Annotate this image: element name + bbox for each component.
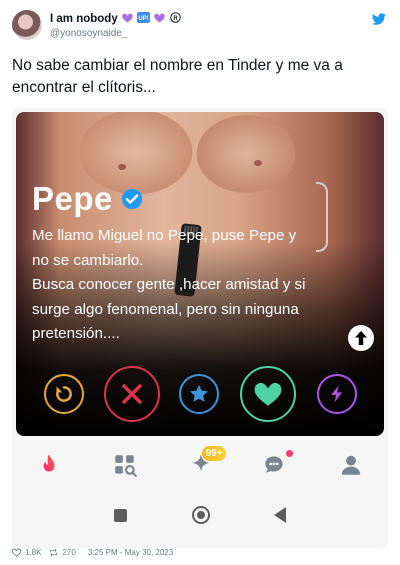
handle[interactable]: @yonosoynaide_ — [50, 28, 127, 39]
tweet-footer: 1.8K 270 3:25 PM - May 30, 2023 — [12, 544, 388, 560]
tweet-text: No sabe cambiar el nombre en Tinder y me… — [12, 57, 343, 96]
heart-icon — [254, 382, 282, 406]
bio-line: pretensión.... — [32, 325, 120, 342]
purple-heart-icon — [154, 13, 166, 26]
rewind-icon — [56, 386, 72, 402]
retweet-count[interactable]: 270 — [62, 548, 75, 557]
profile-icon[interactable] — [338, 452, 364, 478]
unread-dot — [286, 450, 293, 457]
registered-icon: R — [169, 12, 181, 26]
avatar[interactable] — [12, 10, 42, 40]
svg-text:UP!: UP! — [138, 16, 148, 22]
arrow-up-icon — [355, 331, 367, 345]
photo-detail — [118, 164, 126, 170]
display-name-row[interactable]: I am nobody UP! R — [50, 12, 181, 26]
tweet-header: I am nobody UP! R @yonosoynaide_ — [12, 8, 388, 46]
tinder-bottom-nav: 99+ — [12, 442, 388, 488]
chat-icon[interactable] — [262, 452, 288, 478]
recents-button[interactable] — [114, 509, 127, 522]
embedded-screenshot[interactable]: Pepe Me llamo Miguel no Pepe, puse Pepe … — [12, 108, 388, 548]
profile-info-button[interactable] — [348, 325, 374, 351]
rewind-button[interactable] — [44, 374, 84, 414]
explore-icon[interactable] — [112, 452, 138, 478]
photo-detail — [254, 160, 262, 166]
up-button-icon: UP! — [137, 12, 151, 26]
bio-line: Busca conocer gente ,hacer amistad y si — [32, 276, 306, 293]
like-button[interactable] — [240, 366, 296, 422]
action-bar — [16, 364, 384, 424]
bio-line: Me llamo Miguel no Pepe, puse Pepe y — [32, 227, 297, 244]
retweet-icon[interactable] — [49, 547, 58, 557]
back-button[interactable] — [274, 507, 286, 523]
close-icon — [122, 384, 142, 404]
boost-button[interactable] — [317, 374, 357, 414]
display-name[interactable]: I am nobody — [50, 13, 118, 25]
bio-line: surge algo fenomenal, pero sin ninguna — [32, 300, 299, 318]
profile-bio: Me llamo Miguel no Pepe, puse Pepe y no … — [32, 224, 362, 347]
verified-badge-icon — [121, 188, 142, 210]
android-navigation-bar — [12, 500, 388, 532]
star-icon — [190, 384, 208, 402]
profile-card[interactable]: Pepe Me llamo Miguel no Pepe, puse Pepe … — [16, 112, 384, 436]
lightning-icon — [331, 385, 342, 403]
purple-heart-icon — [122, 13, 133, 26]
profile-name-row: Pepe — [32, 180, 143, 218]
profile-name: Pepe — [32, 180, 113, 217]
flame-icon[interactable] — [36, 452, 62, 478]
home-button[interactable] — [192, 506, 210, 524]
svg-text:R: R — [173, 16, 178, 22]
tweet-timestamp[interactable]: 3:25 PM - May 30, 2023 — [88, 548, 173, 557]
like-icon[interactable] — [12, 547, 21, 557]
notification-badge: 99+ — [202, 446, 226, 461]
like-count[interactable]: 1.8K — [25, 548, 41, 557]
nope-button[interactable] — [104, 366, 160, 422]
bio-line: no se cambiarlo. — [32, 251, 144, 269]
twitter-bird-icon[interactable] — [372, 12, 386, 26]
super-like-button[interactable] — [179, 374, 219, 414]
